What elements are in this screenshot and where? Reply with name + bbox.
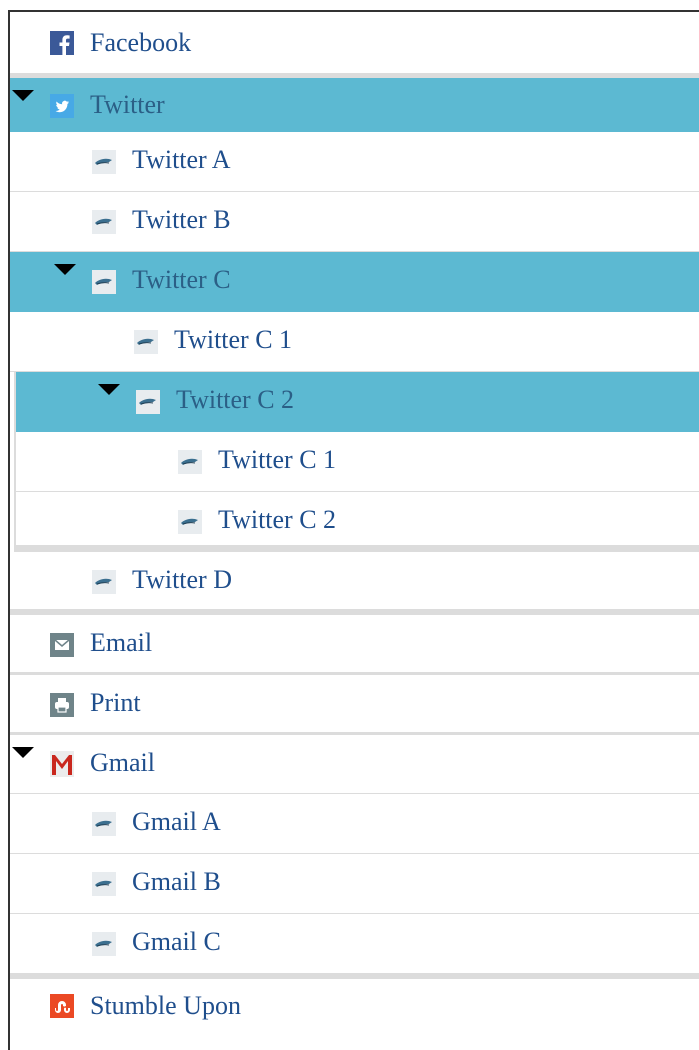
tree-item-label: Gmail B xyxy=(132,867,221,896)
tree-item-print[interactable]: Print xyxy=(10,675,699,735)
cap-icon xyxy=(178,510,202,534)
tree-item-twitter-b[interactable]: Twitter B xyxy=(10,192,699,252)
tree-item-twitter-c[interactable]: Twitter C xyxy=(10,252,699,312)
cap-icon xyxy=(92,812,116,836)
cap-icon xyxy=(92,270,116,294)
printer-icon xyxy=(50,693,74,717)
caret-down-icon[interactable] xyxy=(98,384,120,395)
cap-icon xyxy=(92,570,116,594)
tree-item-label: Twitter C 2 xyxy=(176,385,295,414)
tree-item-twitter-a[interactable]: Twitter A xyxy=(10,132,699,192)
tree-item-label: Twitter B xyxy=(132,205,231,234)
cap-icon xyxy=(134,330,158,354)
tree-item-label: Twitter C 1 xyxy=(174,325,293,354)
tree-item-gmail-b[interactable]: Gmail B xyxy=(10,854,699,914)
tree-item-label: Gmail A xyxy=(132,807,221,836)
nested-group-twitter-c-2: Twitter C 2 Twitter C 1 Twitter C 2 xyxy=(14,372,699,552)
facebook-icon xyxy=(50,31,74,55)
tree-item-twitter-c-2-1[interactable]: Twitter C 1 xyxy=(16,432,699,492)
tree-item-label: Twitter C 2 xyxy=(218,505,337,534)
caret-down-icon[interactable] xyxy=(12,90,34,101)
tree-item-gmail-c[interactable]: Gmail C xyxy=(10,914,699,979)
stumbleupon-icon xyxy=(50,994,74,1018)
caret-down-icon[interactable] xyxy=(12,747,34,758)
tree-item-twitter-c-2-2[interactable]: Twitter C 2 xyxy=(16,492,699,552)
caret-down-icon[interactable] xyxy=(54,264,76,275)
tree-item-twitter-d[interactable]: Twitter D xyxy=(10,552,699,615)
tree-item-gmail-a[interactable]: Gmail A xyxy=(10,794,699,854)
share-tree: Facebook Twitter Twitter A Twitter B Twi… xyxy=(8,10,699,1050)
cap-icon xyxy=(92,150,116,174)
tree-item-gmail[interactable]: Gmail xyxy=(10,735,699,794)
tree-item-label: Gmail C xyxy=(132,927,221,956)
gmail-icon xyxy=(50,751,74,777)
tree-item-label: Email xyxy=(90,628,153,657)
tree-item-label: Facebook xyxy=(90,28,192,57)
tree-item-label: Twitter D xyxy=(132,565,232,594)
tree-item-email[interactable]: Email xyxy=(10,615,699,675)
cap-icon xyxy=(92,210,116,234)
tree-item-label: Twitter xyxy=(90,90,165,119)
tree-item-label: Stumble Upon xyxy=(90,991,241,1020)
tree-item-twitter[interactable]: Twitter xyxy=(10,74,699,132)
tree-item-label: Twitter C 1 xyxy=(218,445,337,474)
tree-item-label: Twitter C xyxy=(132,265,231,294)
envelope-icon xyxy=(50,633,74,657)
tree-item-label: Print xyxy=(90,688,141,717)
twitter-icon xyxy=(50,94,74,118)
tree-item-label: Gmail xyxy=(90,748,155,777)
tree-item-twitter-c-1[interactable]: Twitter C 1 xyxy=(10,312,699,372)
cap-icon xyxy=(92,872,116,896)
tree-item-label: Twitter A xyxy=(132,145,231,174)
cap-icon xyxy=(136,390,160,414)
tree-item-stumbleupon[interactable]: Stumble Upon xyxy=(10,979,699,1039)
cap-icon xyxy=(92,932,116,956)
tree-item-facebook[interactable]: Facebook xyxy=(10,12,699,74)
cap-icon xyxy=(178,450,202,474)
tree-item-twitter-c-2[interactable]: Twitter C 2 xyxy=(16,372,699,432)
